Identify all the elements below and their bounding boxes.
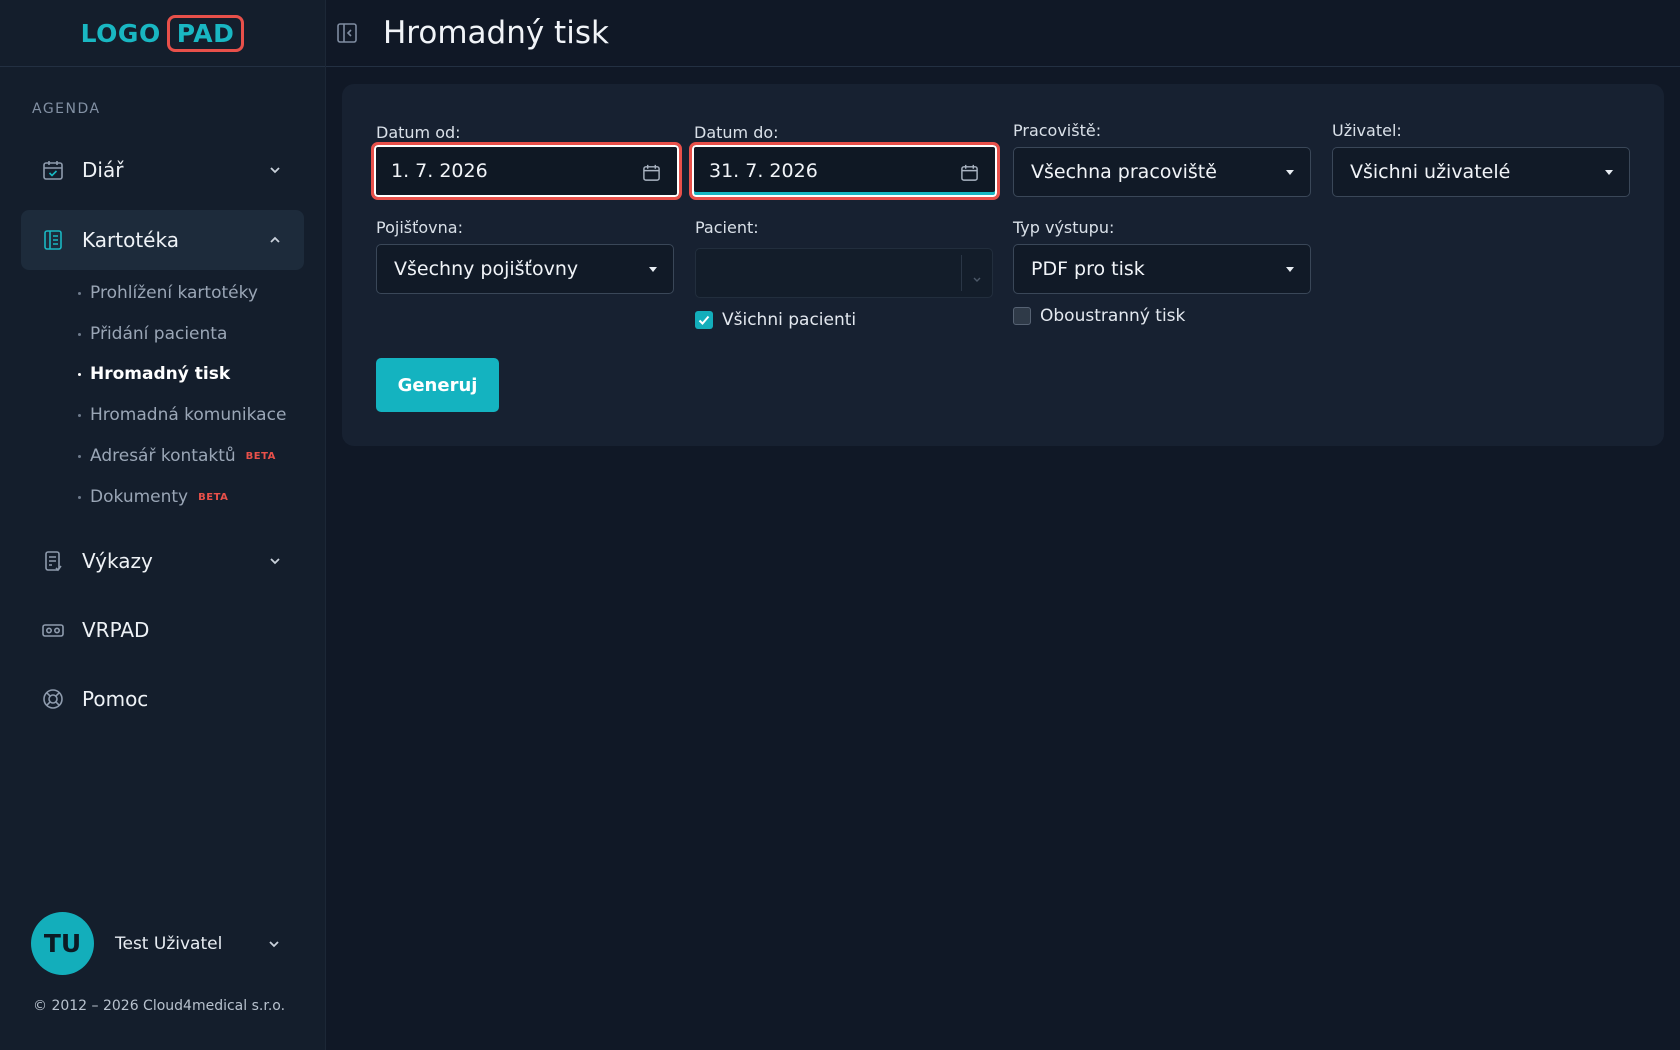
duplex-label: Oboustranný tisk xyxy=(1040,306,1186,326)
date-from-input[interactable]: 1. 7. 2026 xyxy=(371,142,682,200)
sidebar-subitem-label: Dokumenty xyxy=(90,487,189,507)
logo-bar: LOGO PAD xyxy=(0,0,325,67)
caret-down-icon xyxy=(1605,170,1613,175)
date-to-input[interactable]: 31. 7. 2026 xyxy=(689,142,1000,200)
lifebuoy-icon xyxy=(40,686,66,712)
bullet xyxy=(78,454,81,458)
report-icon xyxy=(40,548,66,574)
filter-panel: Datum od: 1. 7. 2026 Datum do: 31. 7. 20… xyxy=(342,84,1664,446)
avatar: TU xyxy=(31,912,94,975)
patient-select[interactable] xyxy=(695,248,993,298)
workplace-label: Pracoviště: xyxy=(1013,121,1102,140)
output-type-value: PDF pro tisk xyxy=(1031,258,1145,280)
sidebar-item-label: Kartotéka xyxy=(82,228,179,252)
sidebar-subitem-prohlizeni[interactable]: Prohlížení kartotéky xyxy=(78,283,258,303)
sidebar-item-label: VRPAD xyxy=(82,618,150,642)
date-from-value: 1. 7. 2026 xyxy=(391,160,488,182)
chevron-down-icon xyxy=(268,163,282,177)
sidebar-item-label: Výkazy xyxy=(82,549,153,573)
logo[interactable]: LOGO PAD xyxy=(80,14,245,52)
beta-badge: BETA xyxy=(198,491,229,503)
sidebar-subitem-hromadna-komunikace[interactable]: Hromadná komunikace xyxy=(78,405,286,425)
generate-button[interactable]: Generuj xyxy=(376,358,499,412)
user-menu[interactable]: TU Test Uživatel xyxy=(31,912,281,975)
sidebar-item-label: Diář xyxy=(82,158,124,182)
date-to-label: Datum do: xyxy=(694,123,779,142)
sidebar-subitem-label: Prohlížení kartotéky xyxy=(90,283,258,303)
sidebar-subitem-pridani[interactable]: Přidání pacienta xyxy=(78,324,227,344)
user-select[interactable]: Všichni uživatelé xyxy=(1332,147,1630,197)
user-label: Uživatel: xyxy=(1332,121,1402,140)
insurance-select[interactable]: Všechny pojišťovny xyxy=(376,244,674,294)
caret-down-icon xyxy=(1286,170,1294,175)
workplace-value: Všechna pracoviště xyxy=(1031,161,1217,183)
all-patients-label: Všichni pacienti xyxy=(722,310,857,330)
copyright: © 2012 – 2026 Cloud4medical s.r.o. xyxy=(33,998,286,1014)
section-label: AGENDA xyxy=(32,101,101,117)
sidebar-subitem-label: Hromadný tisk xyxy=(90,364,231,384)
output-type-label: Typ výstupu: xyxy=(1013,218,1115,237)
caret-down-icon xyxy=(649,267,657,272)
chevron-down-icon xyxy=(972,269,982,288)
calendar-check-icon xyxy=(40,157,66,183)
sidebar: LOGO PAD AGENDA Diář Kartotéka Prohlížen… xyxy=(0,0,326,1050)
sidebar-item-label: Pomoc xyxy=(82,687,149,711)
beta-badge: BETA xyxy=(245,450,276,462)
sidebar-item-vykazy[interactable]: Výkazy xyxy=(21,531,304,591)
date-from-label: Datum od: xyxy=(376,123,461,142)
calendar-icon[interactable] xyxy=(642,163,661,186)
date-to-value: 31. 7. 2026 xyxy=(709,160,818,182)
sidebar-item-kartoteka[interactable]: Kartotéka xyxy=(21,210,304,270)
bullet xyxy=(78,372,81,376)
chevron-up-icon xyxy=(268,233,282,247)
checkbox-unchecked-icon xyxy=(1013,307,1031,325)
output-type-select[interactable]: PDF pro tisk xyxy=(1013,244,1311,294)
sidebar-item-vrpad[interactable]: VRPAD xyxy=(21,600,304,660)
sidebar-subitem-hromadny-tisk[interactable]: Hromadný tisk xyxy=(78,364,230,384)
caret-down-icon xyxy=(1286,267,1294,272)
sidebar-subitem-label: Adresář kontaktů xyxy=(90,446,236,466)
divider xyxy=(961,255,962,291)
insurance-label: Pojišťovna: xyxy=(376,218,463,237)
chevron-down-icon xyxy=(267,936,281,955)
workplace-select[interactable]: Všechna pracoviště xyxy=(1013,147,1311,197)
all-patients-checkbox[interactable]: Všichni pacienti xyxy=(695,310,856,330)
page-header: Hromadný tisk xyxy=(326,0,1680,67)
insurance-value: Všechny pojišťovny xyxy=(394,258,579,280)
sidebar-toggle-icon[interactable] xyxy=(336,22,358,44)
patient-label: Pacient: xyxy=(695,218,759,237)
sidebar-subitem-label: Hromadná komunikace xyxy=(90,405,287,425)
sidebar-subitem-adresar[interactable]: Adresář kontaktů BETA xyxy=(78,446,276,466)
sidebar-item-pomoc[interactable]: Pomoc xyxy=(21,669,304,729)
bullet xyxy=(78,332,81,336)
logo-text: LOGO xyxy=(80,18,161,48)
bullet xyxy=(78,291,81,295)
page-title: Hromadný tisk xyxy=(383,15,609,51)
duplex-checkbox[interactable]: Oboustranný tisk xyxy=(1013,306,1185,326)
chevron-down-icon xyxy=(268,554,282,568)
sidebar-subitem-label: Přidání pacienta xyxy=(90,324,228,344)
checkbox-checked-icon xyxy=(695,311,713,329)
vr-headset-icon xyxy=(40,617,66,643)
calendar-icon[interactable] xyxy=(960,163,979,186)
sidebar-item-diar[interactable]: Diář xyxy=(21,140,304,200)
logo-pad: PAD xyxy=(166,14,245,52)
user-value: Všichni uživatelé xyxy=(1350,161,1511,183)
bullet xyxy=(78,495,81,499)
user-name: Test Uživatel xyxy=(115,933,223,954)
bullet xyxy=(78,413,81,417)
sidebar-subitem-dokumenty[interactable]: Dokumenty BETA xyxy=(78,487,228,507)
address-book-icon xyxy=(40,227,66,253)
